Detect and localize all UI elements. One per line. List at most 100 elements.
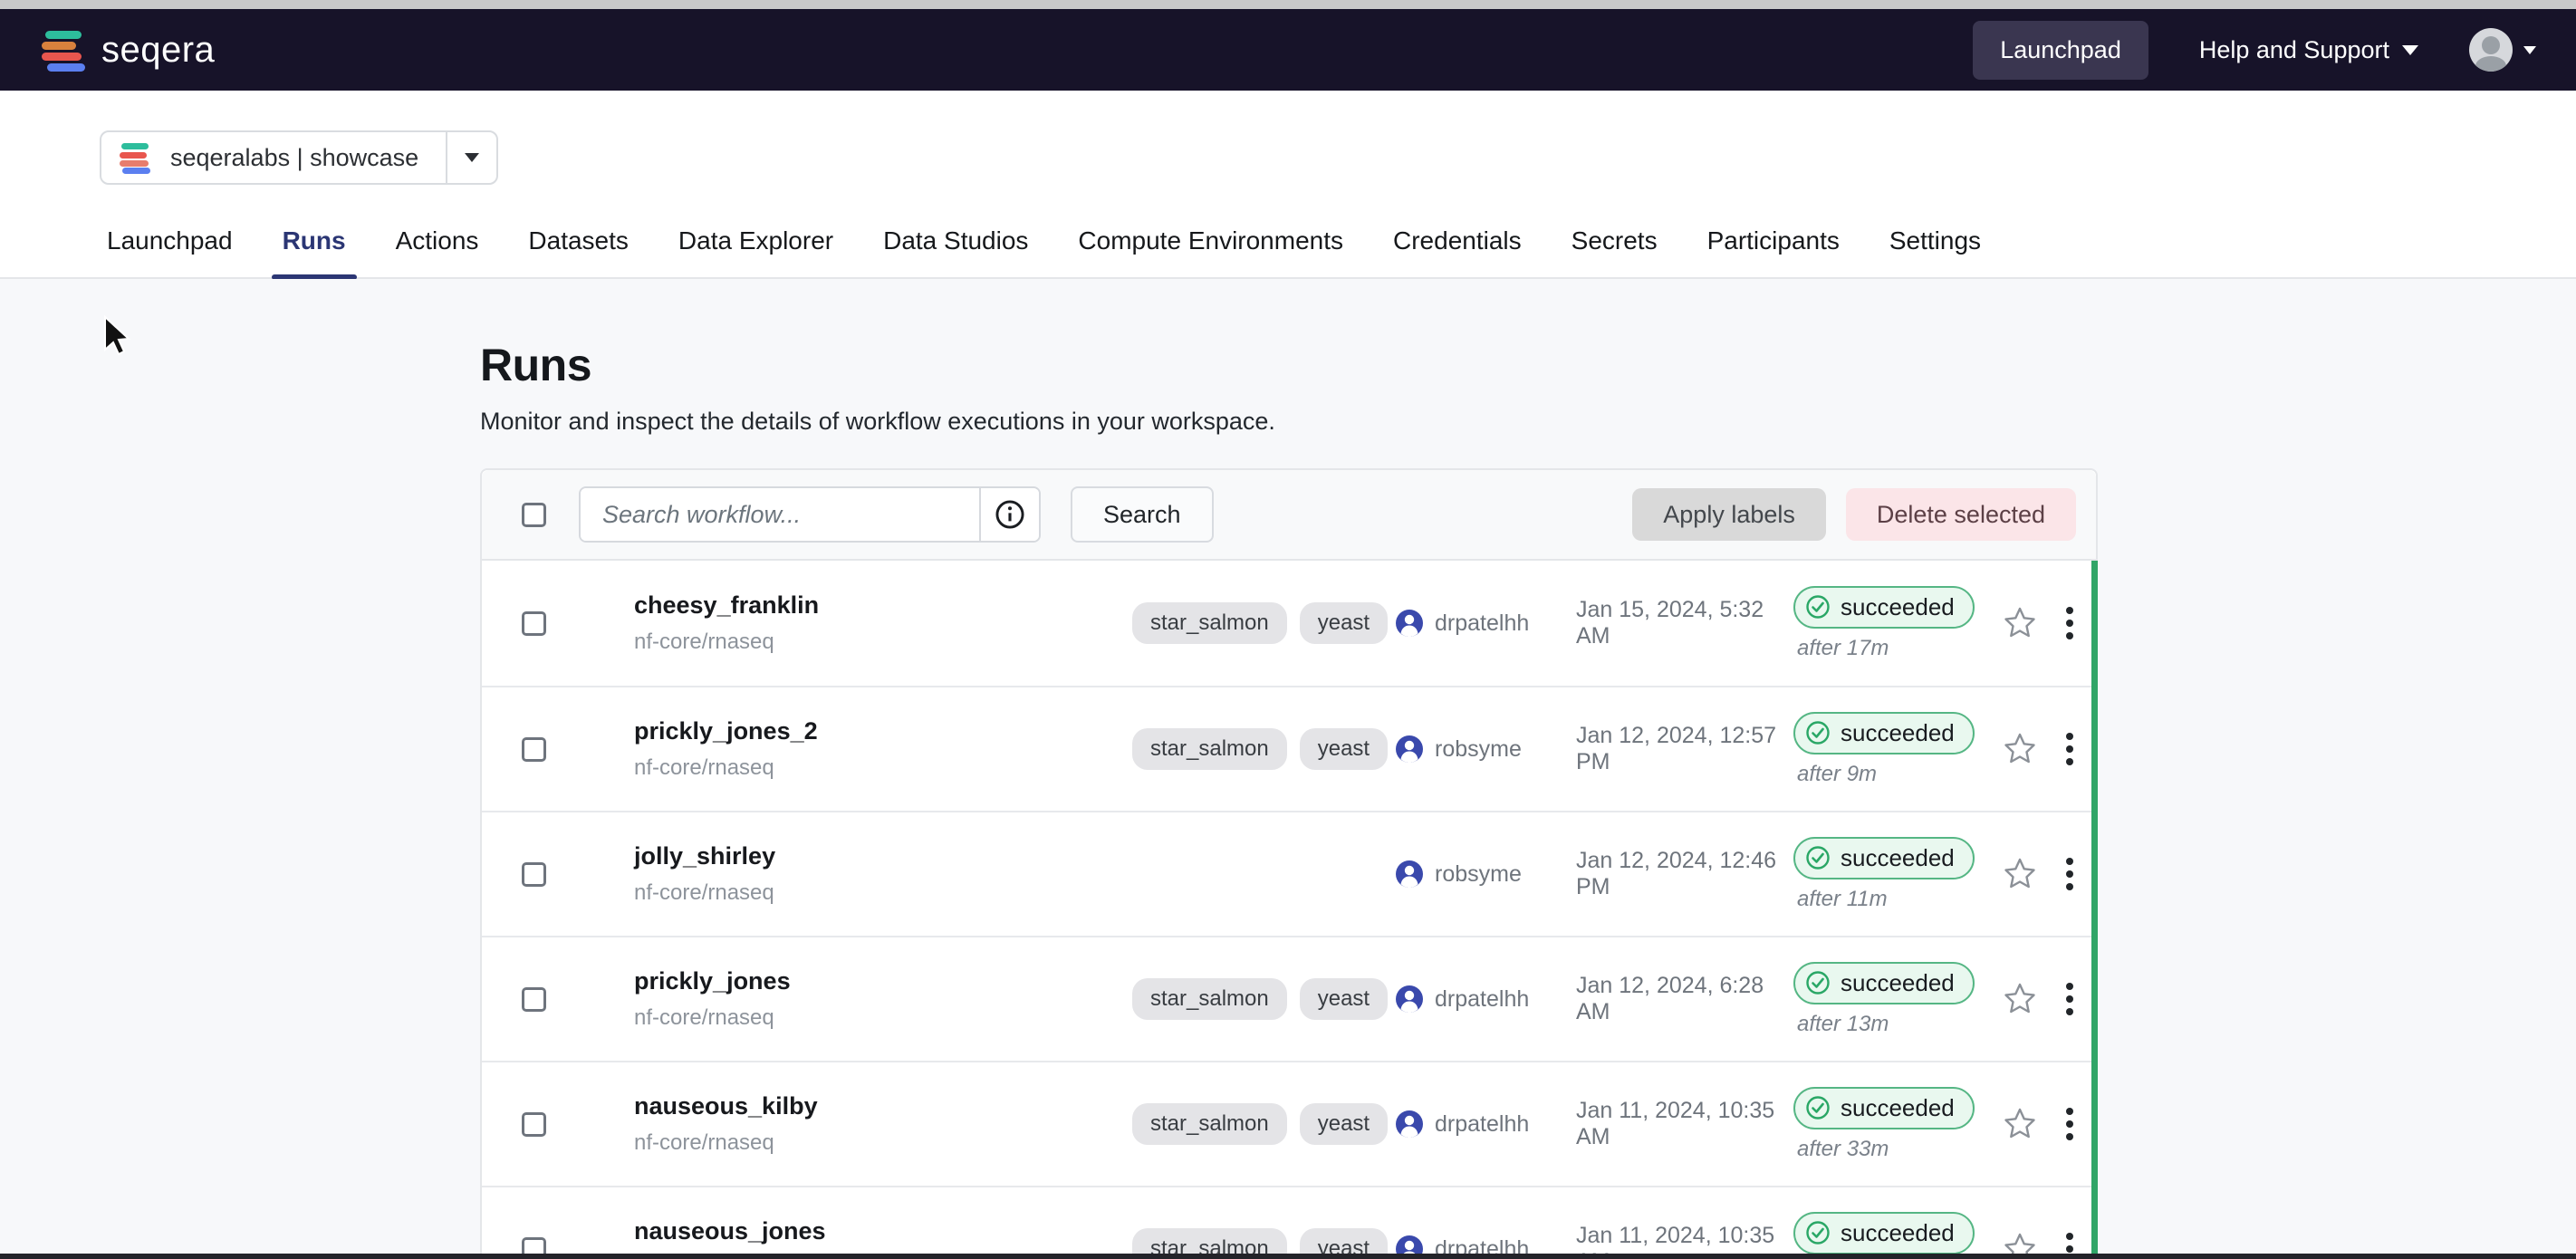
tab-actions[interactable]: Actions <box>396 226 479 277</box>
user-avatar-icon <box>1395 609 1424 638</box>
check-circle-icon <box>1804 1219 1831 1246</box>
tabs: Launchpad Runs Actions Datasets Data Explore… <box>0 226 2576 279</box>
status-badge: succeeded <box>1793 586 1975 629</box>
main-content: Runs Monitor and inspect the details of … <box>0 279 2576 1259</box>
chevron-down-icon <box>2402 45 2418 55</box>
run-user: robsyme <box>1435 736 1522 763</box>
run-row[interactable]: prickly_jones_2 nf-core/rnaseq star_salm… <box>482 686 2096 811</box>
search-group <box>579 486 1041 543</box>
check-circle-icon <box>1804 593 1831 620</box>
run-pipeline: nf-core/rnaseq <box>634 1005 1132 1031</box>
star-icon[interactable] <box>2002 605 2038 641</box>
star-icon[interactable] <box>2002 856 2038 892</box>
user-avatar-icon <box>1395 1110 1424 1139</box>
row-menu-icon[interactable] <box>2066 1108 2073 1140</box>
check-circle-icon <box>1804 844 1831 871</box>
run-pipeline: nf-core/rnaseq <box>634 755 1132 781</box>
run-labels: star_salmon yeast <box>1132 978 1395 1020</box>
tab-data-studios[interactable]: Data Studios <box>883 226 1028 277</box>
run-duration: after 11m <box>1793 887 1993 912</box>
status-text: succeeded <box>1841 844 1955 872</box>
run-row[interactable]: jolly_shirley nf-core/rnaseq robsyme Jan… <box>482 811 2096 936</box>
run-row[interactable]: cheesy_franklin nf-core/rnaseq star_salm… <box>482 561 2096 686</box>
run-labels: star_salmon yeast <box>1132 602 1395 644</box>
run-label-pill[interactable]: star_salmon <box>1132 602 1287 644</box>
user-menu[interactable] <box>2469 28 2536 72</box>
search-button[interactable]: Search <box>1071 486 1214 543</box>
run-pipeline: nf-core/rnaseq <box>634 1130 1132 1156</box>
run-label-pill[interactable]: star_salmon <box>1132 1103 1287 1145</box>
workspace-dropdown-toggle[interactable] <box>446 132 496 183</box>
status-badge: succeeded <box>1793 837 1975 879</box>
run-name-link[interactable]: prickly_jones_2 <box>634 717 1132 745</box>
tab-compute-environments[interactable]: Compute Environments <box>1078 226 1343 277</box>
tab-settings[interactable]: Settings <box>1889 226 1981 277</box>
user-avatar-icon <box>1395 860 1424 889</box>
row-menu-icon[interactable] <box>2066 983 2073 1015</box>
status-text: succeeded <box>1841 969 1955 997</box>
row-menu-icon[interactable] <box>2066 858 2073 890</box>
status-badge: succeeded <box>1793 712 1975 754</box>
row-checkbox[interactable] <box>522 862 546 887</box>
tab-credentials[interactable]: Credentials <box>1393 226 1522 277</box>
run-pipeline: nf-core/rnaseq <box>634 630 1132 655</box>
search-info-button[interactable] <box>979 488 1039 541</box>
row-checkbox[interactable] <box>522 611 546 636</box>
run-name-link[interactable]: prickly_jones <box>634 967 1132 995</box>
run-duration: after 13m <box>1793 1012 1993 1037</box>
workspace-selector[interactable]: seqeralabs | showcase <box>100 130 498 185</box>
run-label-pill[interactable]: star_salmon <box>1132 728 1287 770</box>
runs-card: Search Apply labels Delete selected chee… <box>480 468 2098 1259</box>
help-and-support-menu[interactable]: Help and Support <box>2199 36 2418 64</box>
row-menu-icon[interactable] <box>2066 733 2073 765</box>
apply-labels-button[interactable]: Apply labels <box>1632 488 1826 541</box>
run-name-link[interactable]: jolly_shirley <box>634 842 1132 870</box>
star-icon[interactable] <box>2002 1106 2038 1142</box>
run-row[interactable]: nauseous_kilby nf-core/rnaseq star_salmo… <box>482 1061 2096 1186</box>
status-edge-bar <box>2091 561 2098 1259</box>
row-menu-icon[interactable] <box>2066 607 2073 639</box>
run-user: drpatelhh <box>1435 986 1529 1013</box>
run-name-link[interactable]: nauseous_kilby <box>634 1092 1132 1120</box>
select-all-checkbox[interactable] <box>522 503 546 527</box>
tab-participants[interactable]: Participants <box>1707 226 1840 277</box>
tab-data-explorer[interactable]: Data Explorer <box>678 226 833 277</box>
run-label-pill[interactable]: yeast <box>1300 1103 1388 1145</box>
run-user: drpatelhh <box>1435 1111 1529 1138</box>
status-text: succeeded <box>1841 593 1955 621</box>
run-row[interactable]: nauseous_jones nf-core/rnaseq star_salmo… <box>482 1186 2096 1259</box>
tab-runs[interactable]: Runs <box>283 226 346 277</box>
user-avatar-icon <box>1395 735 1424 764</box>
star-icon[interactable] <box>2002 731 2038 767</box>
run-label-pill[interactable]: star_salmon <box>1132 978 1287 1020</box>
star-icon[interactable] <box>2002 981 2038 1017</box>
run-date: Jan 12, 2024, 6:28 AM <box>1576 973 1793 1025</box>
launchpad-button[interactable]: Launchpad <box>1973 21 2148 80</box>
run-name-link[interactable]: cheesy_franklin <box>634 591 1132 620</box>
run-pipeline: nf-core/rnaseq <box>634 880 1132 906</box>
row-checkbox[interactable] <box>522 987 546 1012</box>
run-labels: star_salmon yeast <box>1132 728 1395 770</box>
page-subtitle: Monitor and inspect the details of workf… <box>480 408 1275 436</box>
user-avatar-icon <box>1395 985 1424 1014</box>
run-label-pill[interactable]: yeast <box>1300 602 1388 644</box>
run-label-pill[interactable]: yeast <box>1300 978 1388 1020</box>
row-checkbox[interactable] <box>522 737 546 762</box>
run-row[interactable]: prickly_jones nf-core/rnaseq star_salmon… <box>482 936 2096 1061</box>
tab-launchpad[interactable]: Launchpad <box>107 226 233 277</box>
tab-secrets[interactable]: Secrets <box>1572 226 1658 277</box>
run-labels: star_salmon yeast <box>1132 1103 1395 1145</box>
check-circle-icon <box>1804 969 1831 996</box>
brand-name: seqera <box>101 30 215 71</box>
run-label-pill[interactable]: yeast <box>1300 728 1388 770</box>
workspace-logo-icon <box>120 142 150 173</box>
run-duration: after 9m <box>1793 762 1993 787</box>
seqera-logo-icon <box>42 28 85 72</box>
seqera-brand[interactable]: seqera <box>42 28 215 72</box>
search-input[interactable] <box>581 488 979 541</box>
delete-selected-button[interactable]: Delete selected <box>1846 488 2076 541</box>
run-user: drpatelhh <box>1435 610 1529 637</box>
tab-datasets[interactable]: Datasets <box>528 226 629 277</box>
row-checkbox[interactable] <box>522 1112 546 1137</box>
run-name-link[interactable]: nauseous_jones <box>634 1217 1132 1245</box>
